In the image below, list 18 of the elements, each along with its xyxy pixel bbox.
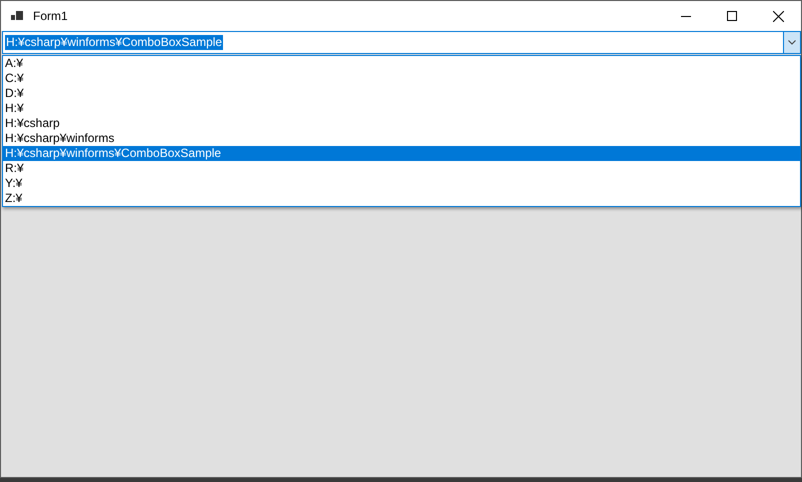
list-item[interactable]: C:¥ <box>3 71 800 86</box>
maximize-icon <box>727 11 737 21</box>
chevron-down-icon <box>788 40 796 45</box>
dropdown-button[interactable] <box>783 32 800 53</box>
list-item[interactable]: H:¥csharp¥winforms¥ComboBoxSample <box>3 146 800 161</box>
list-item[interactable]: H:¥csharp <box>3 116 800 131</box>
combo-value: H:¥csharp¥winforms¥ComboBoxSample <box>5 35 224 50</box>
list-item[interactable]: H:¥csharp¥winforms <box>3 131 800 146</box>
list-item[interactable]: Y:¥ <box>3 176 800 191</box>
app-icon <box>11 10 23 22</box>
list-item[interactable]: A:¥ <box>3 56 800 71</box>
list-item[interactable]: Z:¥ <box>3 191 800 206</box>
close-icon <box>772 10 784 22</box>
combo-box[interactable]: H:¥csharp¥winforms¥ComboBoxSample <box>2 31 801 54</box>
list-item[interactable]: R:¥ <box>3 161 800 176</box>
list-item[interactable]: H:¥ <box>3 101 800 116</box>
window-title: Form1 <box>33 8 68 25</box>
list-item[interactable]: D:¥ <box>3 86 800 101</box>
